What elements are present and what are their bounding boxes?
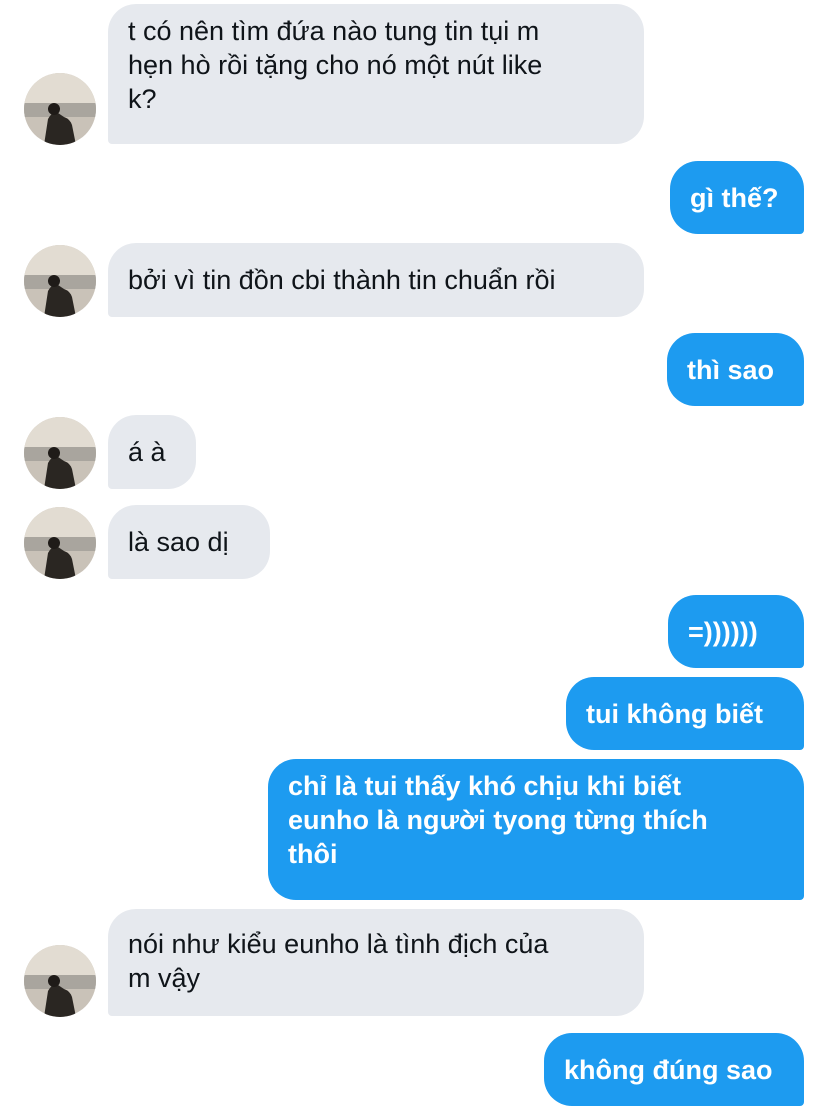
- avatar-photo-icon: [24, 73, 96, 145]
- outgoing-message[interactable]: chỉ là tui thấy khó chịu khi biết eunho …: [268, 759, 804, 900]
- avatar[interactable]: [24, 507, 96, 579]
- incoming-message[interactable]: là sao dị: [108, 505, 270, 579]
- incoming-message[interactable]: t có nên tìm đứa nào tung tin tụi m hẹn …: [108, 4, 644, 144]
- avatar[interactable]: [24, 417, 96, 489]
- avatar-photo-icon: [24, 417, 96, 489]
- incoming-message[interactable]: bởi vì tin đồn cbi thành tin chuẩn rồi: [108, 243, 644, 317]
- avatar[interactable]: [24, 945, 96, 1017]
- outgoing-message[interactable]: tui không biết: [566, 677, 804, 750]
- avatar[interactable]: [24, 245, 96, 317]
- incoming-message[interactable]: á à: [108, 415, 196, 489]
- outgoing-message[interactable]: gì thế?: [670, 161, 804, 234]
- outgoing-message[interactable]: =)))))): [668, 595, 804, 668]
- avatar-photo-icon: [24, 245, 96, 317]
- avatar-photo-icon: [24, 507, 96, 579]
- avatar[interactable]: [24, 73, 96, 145]
- incoming-message[interactable]: nói như kiểu eunho là tình địch của m vậ…: [108, 909, 644, 1016]
- outgoing-message[interactable]: thì sao: [667, 333, 804, 406]
- outgoing-message[interactable]: không đúng sao: [544, 1033, 804, 1106]
- avatar-photo-icon: [24, 945, 96, 1017]
